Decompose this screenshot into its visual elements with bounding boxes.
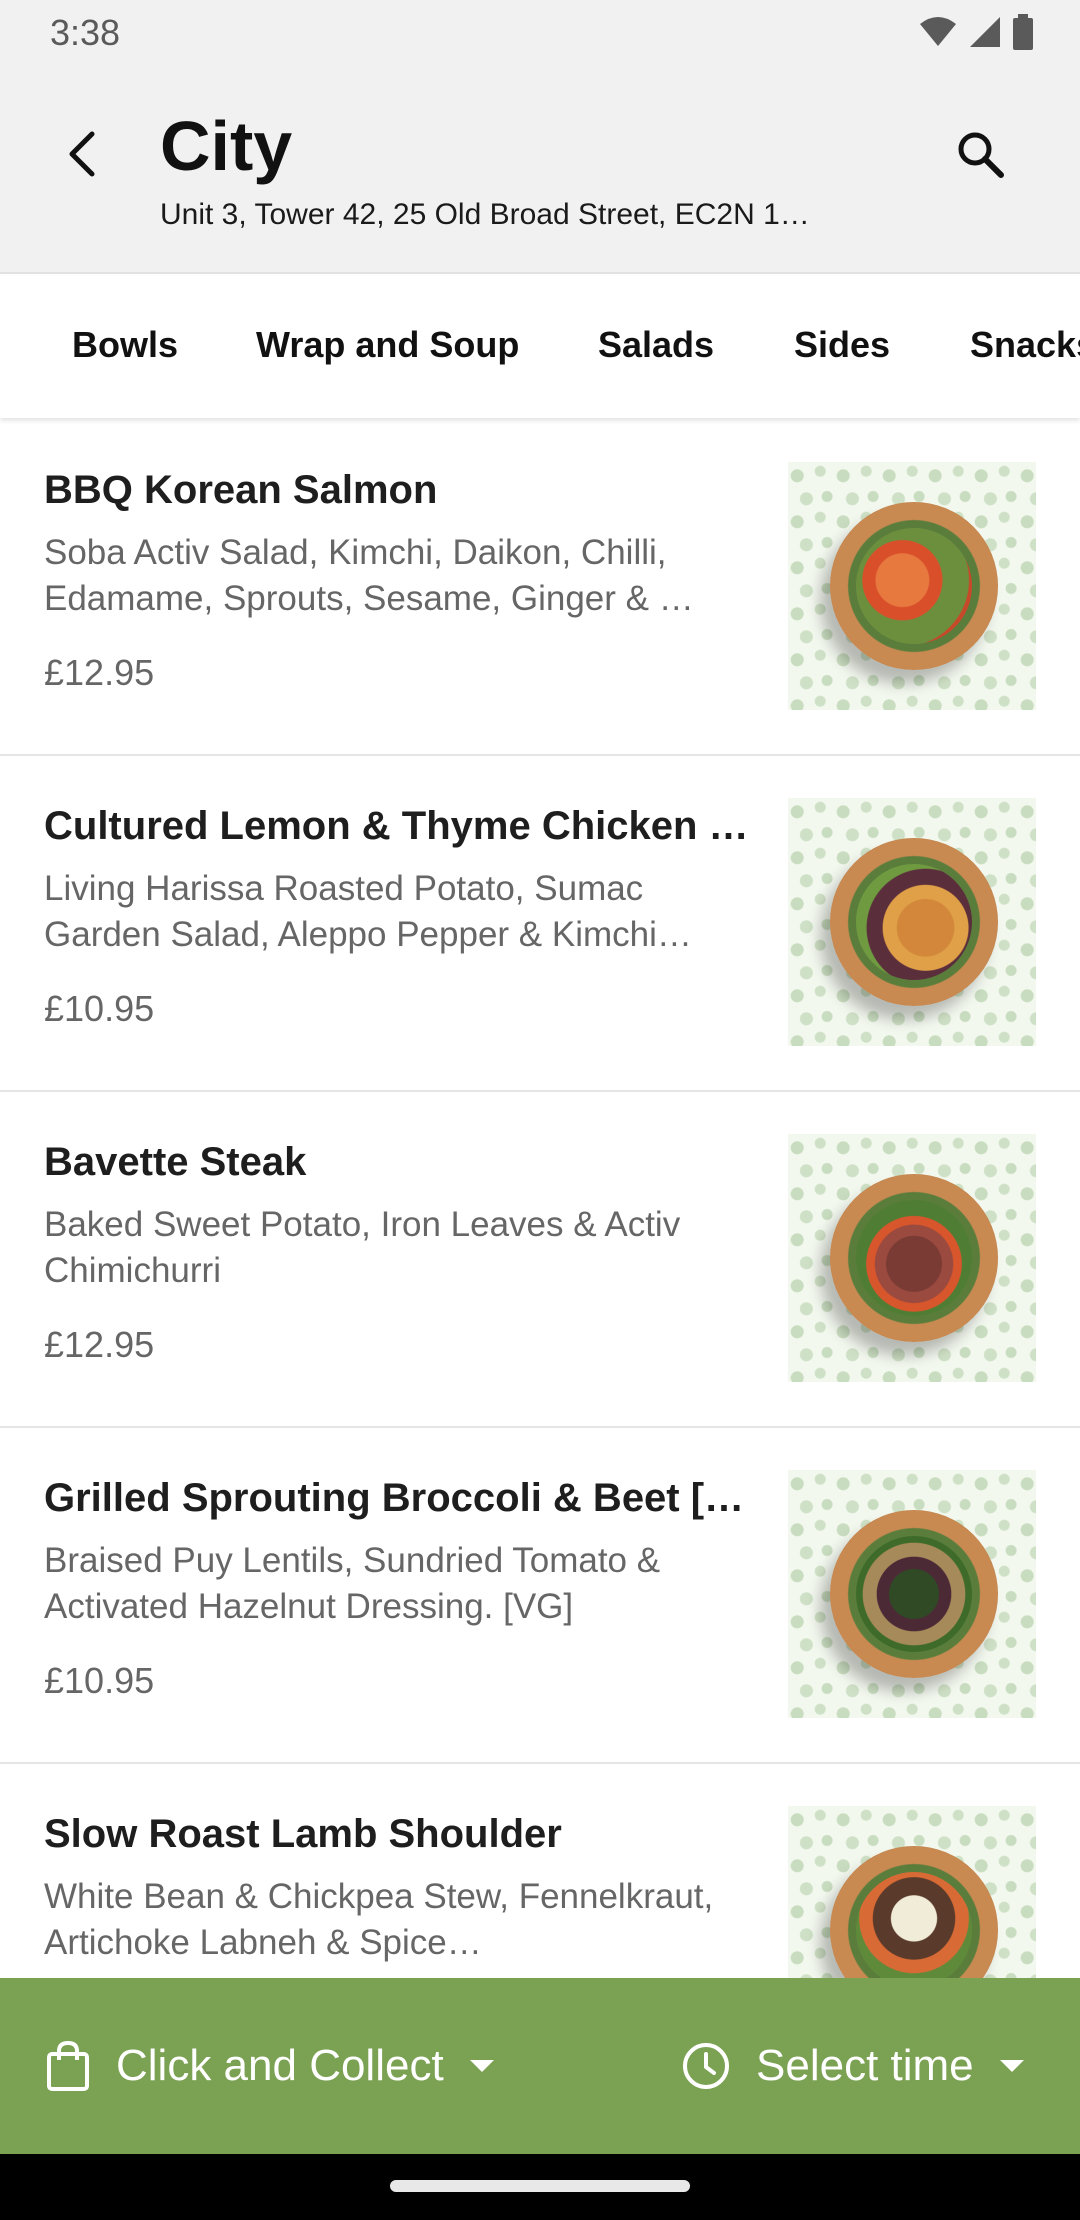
menu-item[interactable]: BBQ Korean Salmon Soba Activ Salad, Kimc… xyxy=(0,420,1080,756)
item-price: £10.95 xyxy=(44,1660,155,1701)
bowl-food xyxy=(856,1536,972,1652)
system-navigation-bar xyxy=(0,2154,1080,2220)
bowl-image xyxy=(830,1174,998,1342)
item-description: Living Harissa Roasted Potato, Sumac Gar… xyxy=(44,869,692,954)
menu-list: BBQ Korean Salmon Soba Activ Salad, Kimc… xyxy=(0,420,1080,1978)
menu-item[interactable]: Cultured Lemon & Thyme Chicken … Living … xyxy=(0,756,1080,1092)
store-address: Unit 3, Tower 42, 25 Old Broad Street, E… xyxy=(160,198,810,231)
back-arrow-icon xyxy=(69,131,95,177)
tab-snacks[interactable]: Snacks xyxy=(970,324,1080,366)
item-price: £12.95 xyxy=(44,652,155,693)
wifi-icon xyxy=(920,17,956,46)
bowl-image xyxy=(830,838,998,1006)
status-bar: 3:38 xyxy=(0,0,1080,66)
bowl-food xyxy=(856,1200,972,1316)
status-icons xyxy=(918,14,1034,50)
bowl-image xyxy=(830,502,998,670)
item-description: Braised Puy Lentils, Sundried Tomato & A… xyxy=(44,1541,661,1626)
item-price: £12.95 xyxy=(44,1324,155,1365)
item-description: Baked Sweet Potato, Iron Leaves & Activ … xyxy=(44,1205,681,1290)
bowl-food xyxy=(856,528,972,644)
item-name: Grilled Sprouting Broccoli & Beet [… xyxy=(44,1476,745,1520)
bowl-food xyxy=(856,864,972,980)
item-image xyxy=(788,798,1036,1046)
search-button[interactable] xyxy=(940,114,1020,194)
bowl-image xyxy=(830,1846,998,1978)
signal-icon xyxy=(970,17,1000,47)
menu-item[interactable]: Slow Roast Lamb Shoulder White Bean & Ch… xyxy=(0,1764,1080,1978)
item-description: Soba Activ Salad, Kimchi, Daikon, Chilli… xyxy=(44,533,694,618)
order-options-bar: Click and Collect Select time xyxy=(0,1978,1080,2154)
item-name: Bavette Steak xyxy=(44,1140,307,1184)
item-price: £10.95 xyxy=(44,988,155,1029)
tab-sides[interactable]: Sides xyxy=(794,324,890,366)
collect-label: Click and Collect xyxy=(116,2041,444,2090)
battery-icon xyxy=(1013,14,1033,50)
back-button[interactable] xyxy=(44,116,120,192)
status-time: 3:38 xyxy=(50,12,121,53)
home-indicator[interactable] xyxy=(390,2180,690,2192)
click-and-collect-selector[interactable]: Click and Collect xyxy=(44,2022,496,2110)
bowl-image xyxy=(830,1510,998,1678)
item-image xyxy=(788,1806,1036,1978)
dropdown-arrow-icon xyxy=(469,2060,494,2072)
store-header: City Unit 3, Tower 42, 25 Old Broad Stre… xyxy=(0,66,1080,274)
item-image xyxy=(788,462,1036,710)
item-image xyxy=(788,1470,1036,1718)
select-time-selector[interactable]: Select time xyxy=(680,2022,1026,2110)
menu-item[interactable]: Grilled Sprouting Broccoli & Beet [… Bra… xyxy=(0,1428,1080,1764)
category-tabs: Bowls Wrap and Soup Salads Sides Snacks xyxy=(0,276,1080,418)
dropdown-arrow-icon xyxy=(999,2060,1024,2072)
tab-salads[interactable]: Salads xyxy=(598,324,714,366)
item-name: BBQ Korean Salmon xyxy=(44,468,438,512)
item-name: Slow Roast Lamb Shoulder xyxy=(44,1812,562,1856)
item-image xyxy=(788,1134,1036,1382)
menu-item[interactable]: Bavette Steak Baked Sweet Potato, Iron L… xyxy=(0,1092,1080,1428)
tab-wrap-and-soup[interactable]: Wrap and Soup xyxy=(256,324,519,366)
shopping-bag-icon xyxy=(47,2040,89,2091)
tab-bowls[interactable]: Bowls xyxy=(72,324,178,366)
search-icon xyxy=(958,132,1004,178)
store-title: City xyxy=(160,107,293,185)
item-description: White Bean & Chickpea Stew, Fennelkraut,… xyxy=(44,1877,714,1962)
item-name: Cultured Lemon & Thyme Chicken … xyxy=(44,804,749,848)
bowl-food xyxy=(856,1872,972,1978)
clock-icon xyxy=(683,2043,729,2089)
time-label: Select time xyxy=(756,2041,974,2090)
